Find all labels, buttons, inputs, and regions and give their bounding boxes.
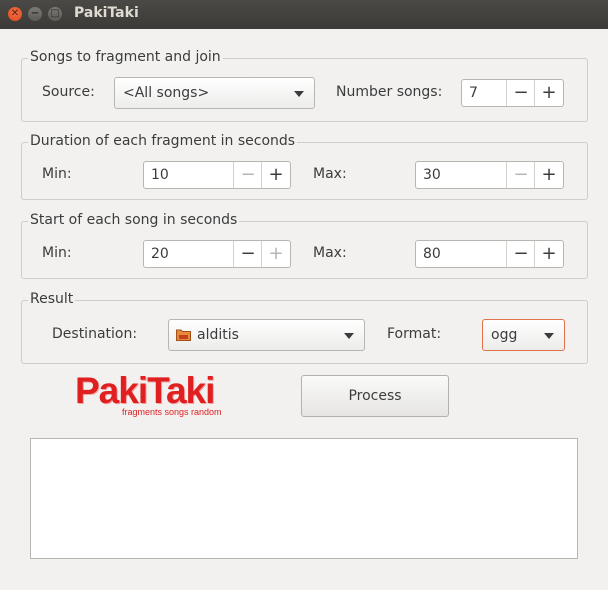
destination-label: Destination: [52,326,138,342]
number-songs-decrement-button[interactable]: − [506,80,535,106]
start-max-increment-button[interactable]: + [534,241,563,267]
main-window: ✕ − □ PakiTaki Songs to fragment and joi… [0,0,608,590]
songs-frame-title: Songs to fragment and join [28,49,223,65]
source-combo[interactable]: <All songs> [114,77,315,109]
destination-chooser[interactable]: alditis [168,319,365,351]
duration-max-decrement-button[interactable]: − [506,162,535,188]
number-songs-label: Number songs: [336,84,443,100]
duration-frame-title: Duration of each fragment in seconds [28,133,298,149]
number-songs-spinner[interactable]: 7 − + [461,79,564,107]
start-min-decrement-button[interactable]: − [233,241,262,267]
start-max-spinner[interactable]: 80 − + [415,240,564,268]
start-min-spinner[interactable]: 20 − + [143,240,291,268]
title-bar: ✕ − □ PakiTaki [0,0,608,29]
number-songs-value: 7 [469,85,478,101]
duration-max-increment-button[interactable]: + [534,162,563,188]
chevron-down-icon [344,333,354,339]
duration-min-value: 10 [151,167,169,183]
process-button[interactable]: Process [301,375,449,417]
duration-min-label: Min: [42,166,72,182]
start-max-value: 80 [423,246,441,262]
start-min-increment-button[interactable]: + [261,241,290,267]
start-min-value: 20 [151,246,169,262]
source-value: <All songs> [123,85,210,101]
duration-min-increment-button[interactable]: + [261,162,290,188]
result-frame-title: Result [28,291,76,307]
chevron-down-icon [544,333,554,339]
duration-min-spinner[interactable]: 10 − + [143,161,291,189]
duration-min-decrement-button[interactable]: − [233,162,262,188]
logo-tagline: fragments songs random [122,407,222,417]
output-textarea[interactable] [30,438,578,559]
maximize-window-button[interactable]: □ [48,7,62,21]
source-label: Source: [42,84,95,100]
minimize-window-button[interactable]: − [28,7,42,21]
start-max-decrement-button[interactable]: − [506,241,535,267]
number-songs-increment-button[interactable]: + [534,80,563,106]
window-title: PakiTaki [74,5,139,21]
start-min-label: Min: [42,245,72,261]
destination-value: alditis [197,327,239,343]
start-max-label: Max: [313,245,347,261]
chevron-down-icon [294,91,304,97]
start-frame-title: Start of each song in seconds [28,212,240,228]
format-combo[interactable]: ogg [482,319,565,351]
duration-max-spinner[interactable]: 30 − + [415,161,564,189]
close-window-button[interactable]: ✕ [8,7,22,21]
pakitaki-logo: PakiTaki fragments songs random [75,371,237,421]
logo-wordmark: PakiTaki [75,370,215,411]
duration-max-label: Max: [313,166,347,182]
folder-icon [176,329,191,341]
duration-max-value: 30 [423,167,441,183]
format-value: ogg [491,327,518,343]
format-label: Format: [387,326,442,342]
